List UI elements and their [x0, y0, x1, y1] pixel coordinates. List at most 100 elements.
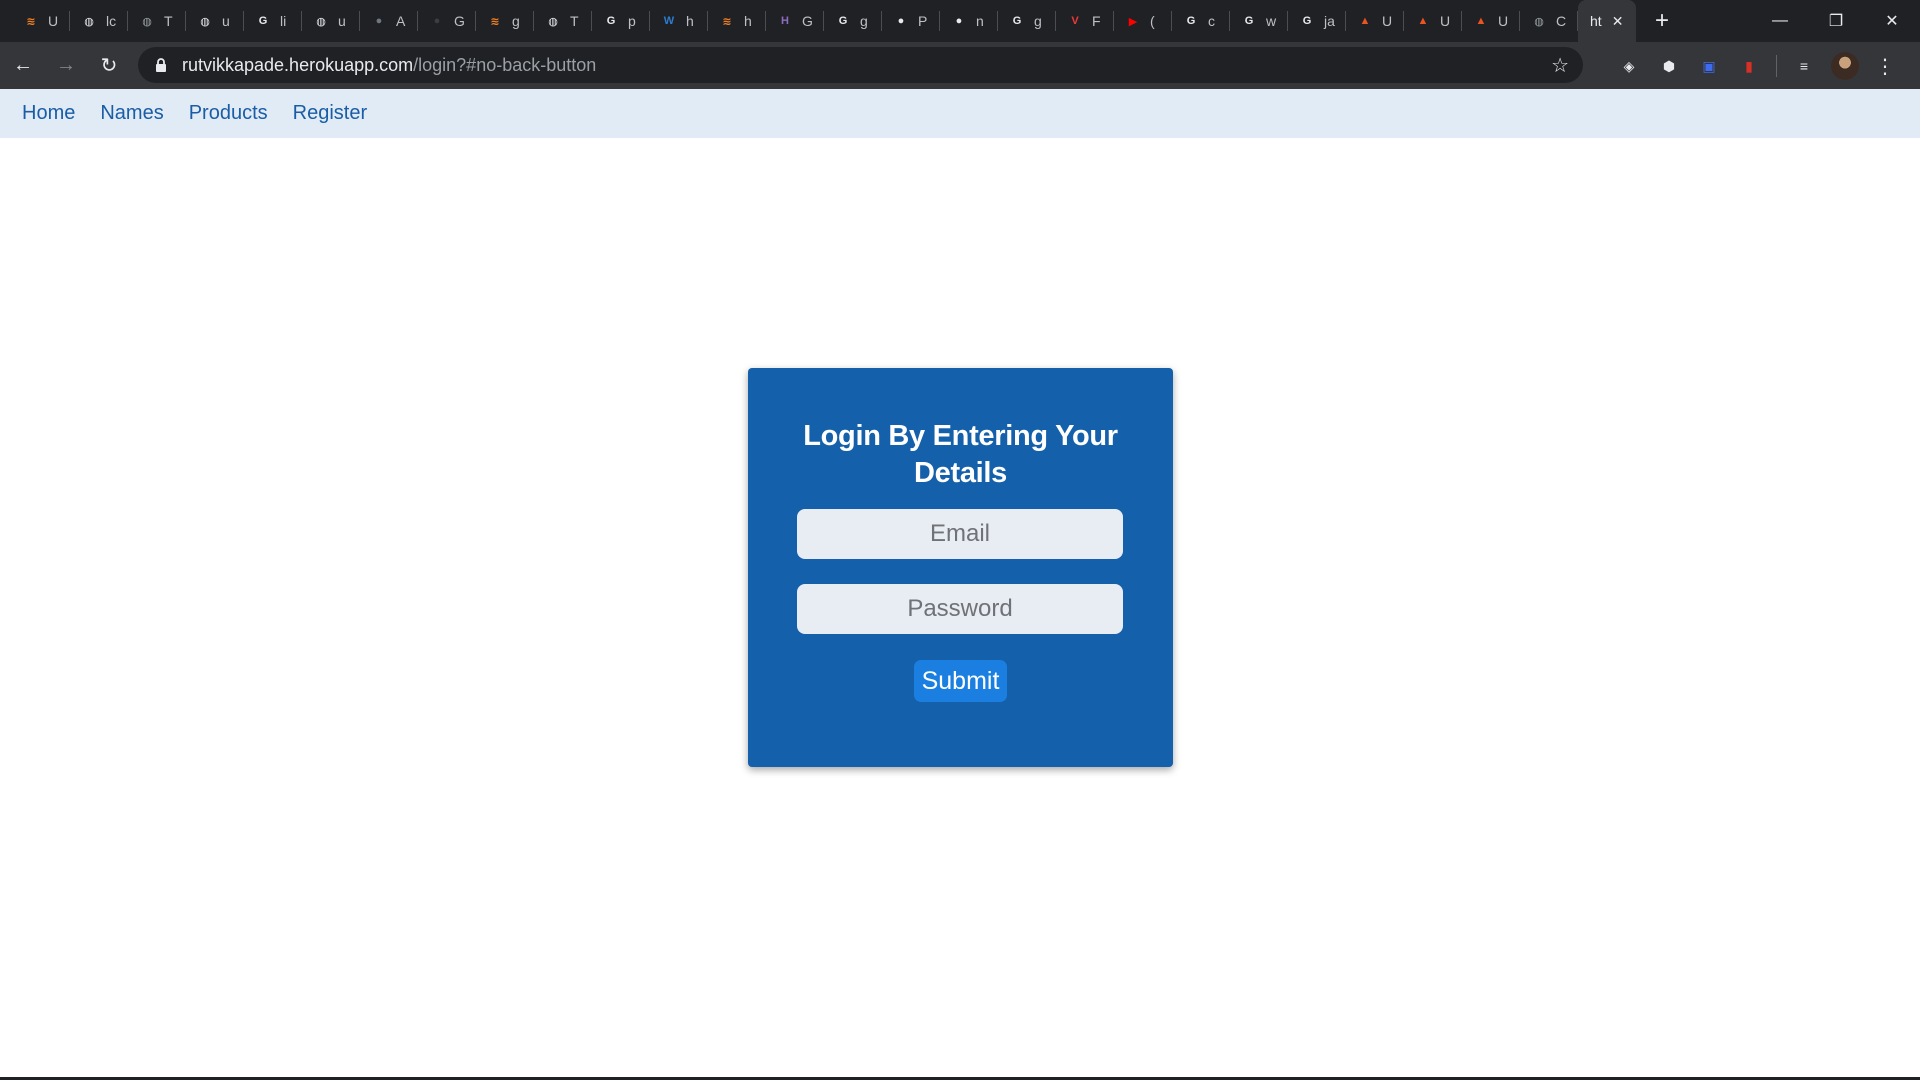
- minimize-button[interactable]: —: [1752, 0, 1808, 42]
- tab-title: F: [1092, 13, 1101, 29]
- browser-tab[interactable]: ◍ u: [186, 0, 244, 42]
- cube-extension-icon[interactable]: ⬢: [1656, 53, 1682, 79]
- globe-icon: ◍: [84, 15, 94, 28]
- github-icon: ●: [433, 15, 441, 27]
- back-button[interactable]: ←: [3, 46, 43, 86]
- globe-icon: ◍: [548, 15, 558, 28]
- browser-tab[interactable]: ● G: [418, 0, 476, 42]
- browser-tab[interactable]: Gja: [1288, 0, 1346, 42]
- browser-tab[interactable]: HG: [766, 0, 824, 42]
- url-host: rutvikkapade.herokuapp.com: [182, 54, 414, 75]
- tab-title: G: [802, 13, 813, 29]
- nav-link-home[interactable]: Home: [22, 102, 75, 125]
- browser-tab[interactable]: Gw: [1230, 0, 1288, 42]
- stackoverflow-icon: ≋: [722, 15, 732, 28]
- browser-tab[interactable]: ≋ g: [476, 0, 534, 42]
- profile-avatar[interactable]: [1831, 52, 1859, 80]
- browser-tab[interactable]: ● n: [940, 0, 998, 42]
- globe-icon: ◍: [200, 15, 210, 28]
- login-title: Login By Entering Your Details: [803, 420, 1118, 489]
- url-text[interactable]: rutvikkapade.herokuapp.com/login?#no-bac…: [182, 55, 596, 76]
- media-control-icon[interactable]: ≡: [1791, 53, 1817, 79]
- browser-tab[interactable]: ◍ u: [302, 0, 360, 42]
- github-icon: ●: [375, 15, 383, 27]
- hackerearth-icon: H: [781, 15, 789, 27]
- tab-title: T: [164, 13, 173, 29]
- browser-tab[interactable]: ● P: [882, 0, 940, 42]
- tab-title: G: [454, 13, 465, 29]
- google-icon: G: [1244, 15, 1254, 27]
- github-icon: ●: [897, 15, 905, 27]
- extensions-area: ◈ ⬢ ▣ ▮ ≡ ⋮: [1616, 46, 1897, 86]
- window-close-button[interactable]: ✕: [1864, 0, 1920, 42]
- shield-extension-icon[interactable]: ◈: [1616, 53, 1642, 79]
- tab-title: T: [570, 13, 579, 29]
- browser-tab[interactable]: ◍ C: [1520, 0, 1578, 42]
- url-path: /login?#no-back-button: [413, 54, 597, 75]
- browser-tab[interactable]: ◍ T: [534, 0, 592, 42]
- browser-tab[interactable]: VF: [1056, 0, 1114, 42]
- active-browser-tab[interactable]: ht ✕: [1578, 0, 1636, 42]
- password-field[interactable]: [797, 584, 1123, 634]
- tab-title: U: [48, 13, 59, 29]
- tab-title: U: [1498, 13, 1509, 29]
- window-controls: — ❐ ✕: [1752, 0, 1920, 42]
- browser-tab[interactable]: ▲ U: [1462, 0, 1520, 42]
- page-content: Home Names Products Register Login By En…: [0, 89, 1920, 1080]
- browser-tab[interactable]: ≋ U: [12, 0, 70, 42]
- google-icon: G: [1186, 15, 1196, 27]
- nav-link-register[interactable]: Register: [293, 102, 367, 125]
- restore-button[interactable]: ❐: [1808, 0, 1864, 42]
- browser-tab[interactable]: Gc: [1172, 0, 1230, 42]
- forward-button[interactable]: →: [46, 46, 86, 86]
- google-icon: G: [1302, 15, 1312, 27]
- ubuntu-icon: ▲: [1417, 15, 1429, 27]
- ubuntu-icon: ▲: [1475, 15, 1487, 27]
- lock-icon[interactable]: [152, 56, 170, 74]
- globe-icon: ◍: [142, 15, 152, 28]
- browser-tab[interactable]: ● A: [360, 0, 418, 42]
- tab-title: h: [686, 13, 694, 29]
- browser-tab[interactable]: ≋ h: [708, 0, 766, 42]
- google-icon: G: [606, 15, 616, 27]
- tab-title: U: [1382, 13, 1393, 29]
- bookmark-star-icon[interactable]: ☆: [1551, 53, 1569, 78]
- browser-chrome: ≋ U ◍ lc ◍ T ◍ u Gli ◍ u ● A ● G ≋ g ◍ T Gp Wh ≋ h H G Gg ● P ● n Gg V F…: [0, 0, 1920, 89]
- browser-tab[interactable]: ▶(: [1114, 0, 1172, 42]
- tab-title: u: [222, 13, 230, 29]
- browser-tab[interactable]: Gg: [824, 0, 882, 42]
- address-bar[interactable]: rutvikkapade.herokuapp.com/login?#no-bac…: [138, 47, 1583, 83]
- stackoverflow-icon: ≋: [26, 15, 36, 28]
- github-icon: ●: [955, 15, 963, 27]
- browser-tab[interactable]: ▲ U: [1346, 0, 1404, 42]
- tab-title: P: [918, 13, 928, 29]
- browser-tab[interactable]: ◍ T: [128, 0, 186, 42]
- stackoverflow-icon: ≋: [490, 15, 500, 28]
- globe-icon: ◍: [316, 15, 326, 28]
- browser-tab[interactable]: Gli: [244, 0, 302, 42]
- globe-icon: ◍: [1534, 15, 1544, 28]
- reload-button[interactable]: ↻: [89, 46, 129, 86]
- tab-title: u: [338, 13, 346, 29]
- nav-link-products[interactable]: Products: [189, 102, 268, 125]
- bookmark-extension-icon[interactable]: ▮: [1736, 53, 1762, 79]
- google-icon: G: [258, 15, 268, 27]
- tab-list: ≋ U ◍ lc ◍ T ◍ u Gli ◍ u ● A ● G ≋ g ◍ T Gp Wh ≋ h H G Gg ● P ● n Gg V F…: [0, 0, 1682, 42]
- nav-link-names[interactable]: Names: [100, 102, 163, 125]
- submit-button[interactable]: Submit: [914, 660, 1007, 702]
- screen-extension-icon[interactable]: ▣: [1696, 53, 1722, 79]
- browser-tab[interactable]: ▲ U: [1404, 0, 1462, 42]
- tab-title: g: [860, 13, 868, 29]
- email-field[interactable]: [797, 509, 1123, 559]
- browser-tab[interactable]: Wh: [650, 0, 708, 42]
- browser-tab[interactable]: Gp: [592, 0, 650, 42]
- browser-menu-icon[interactable]: ⋮: [1873, 54, 1897, 79]
- ubuntu-icon: ▲: [1359, 15, 1371, 27]
- tab-title: A: [396, 13, 406, 29]
- browser-tab[interactable]: Gg: [998, 0, 1056, 42]
- vivaldi-icon: V: [1071, 15, 1079, 27]
- tab-title: p: [628, 13, 636, 29]
- browser-tab[interactable]: ◍ lc: [70, 0, 128, 42]
- close-icon[interactable]: ✕: [1612, 13, 1624, 30]
- new-tab-button[interactable]: +: [1642, 0, 1682, 42]
